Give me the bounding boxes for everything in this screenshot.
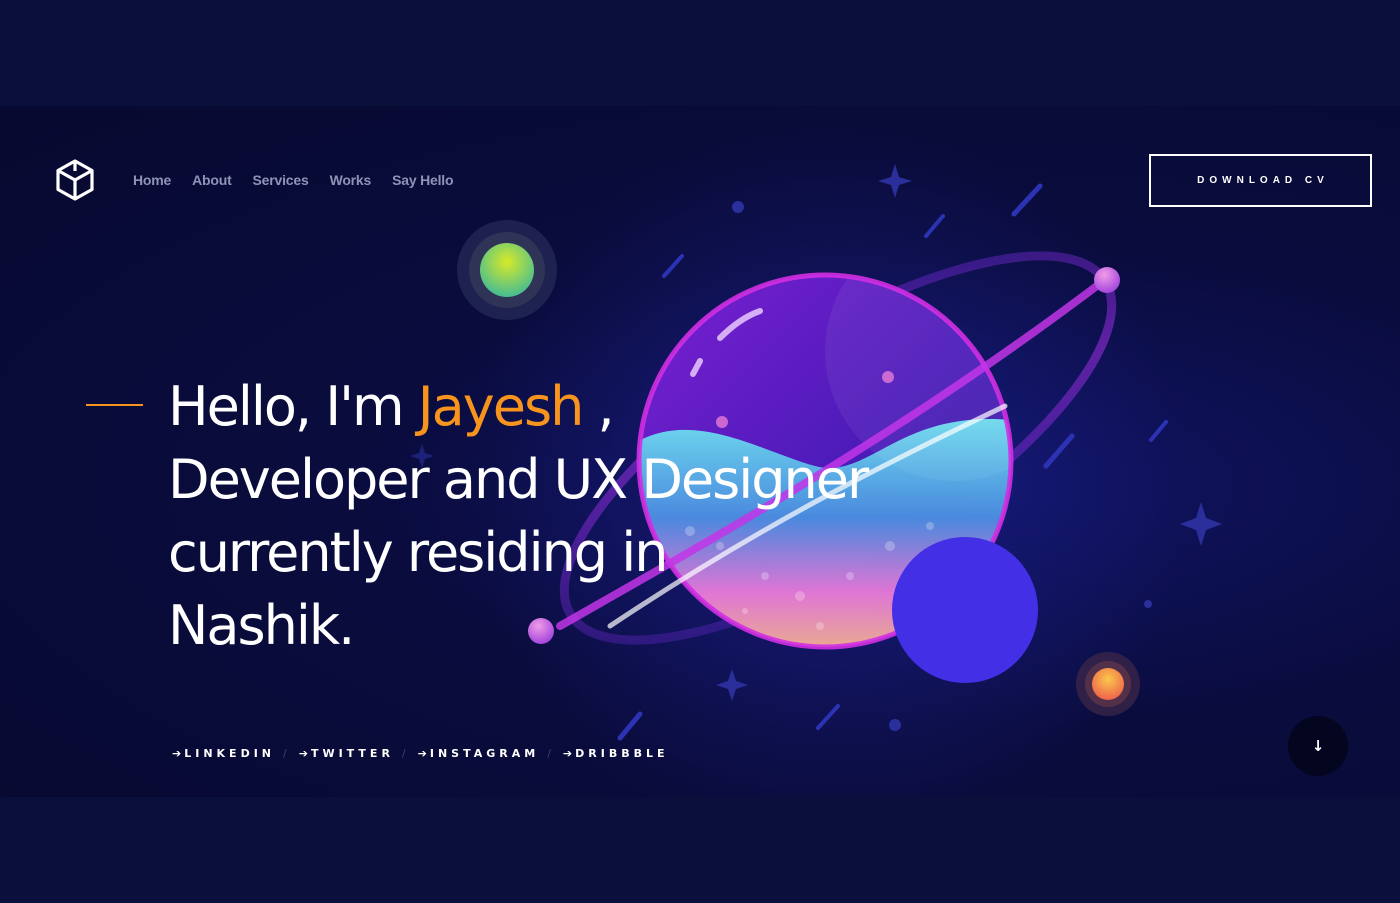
social-links: ➔ LINKEDIN / ➔ TWITTER / ➔ INSTAGRAM / ➔ DRI…: [172, 747, 669, 760]
hero-line-3: currently residing in: [168, 521, 668, 584]
arrow-down-icon: ↓: [1311, 737, 1325, 755]
social-link-twitter[interactable]: ➔ TWITTER: [299, 747, 394, 760]
hero-line-4: Nashik.: [168, 594, 355, 657]
scroll-down-button[interactable]: ↓: [1288, 716, 1348, 776]
nav-item-services[interactable]: Services: [253, 172, 309, 188]
arrow-right-icon: ➔: [298, 747, 308, 760]
arrow-right-icon: ➔: [417, 747, 427, 760]
social-link-label: TWITTER: [310, 747, 394, 760]
arrow-right-icon: ➔: [562, 747, 573, 760]
hero-name: Jayesh: [417, 375, 585, 438]
cube-logo-icon[interactable]: [55, 159, 95, 201]
hero-line-2: Developer and UX Designer: [168, 448, 869, 511]
hero-greeting: Hello, I'm: [168, 375, 418, 438]
social-link-instagram[interactable]: ➔ INSTAGRAM: [418, 747, 540, 760]
nav-item-about[interactable]: About: [192, 172, 232, 188]
accent-line: [86, 404, 143, 406]
main-nav: Home About Services Works Say Hello: [133, 172, 474, 188]
social-separator: /: [283, 747, 287, 760]
nav-item-works[interactable]: Works: [330, 172, 372, 188]
arrow-right-icon: ➔: [172, 747, 182, 760]
social-link-dribbble[interactable]: ➔ DRIBBBLE: [563, 747, 669, 760]
social-link-label: LINKEDIN: [184, 747, 275, 760]
hero-heading: Hello, I'm Jayesh , Developer and UX Desi…: [168, 370, 869, 662]
hero-section: Home About Services Works Say Hello DOWN…: [0, 106, 1400, 797]
social-separator: /: [401, 747, 406, 760]
download-cv-button[interactable]: DOWNLOAD CV: [1149, 154, 1372, 207]
social-link-linkedin[interactable]: ➔ LINKEDIN: [172, 747, 275, 760]
social-separator: /: [547, 747, 551, 760]
hero-comma: ,: [582, 375, 614, 438]
nav-item-home[interactable]: Home: [133, 172, 171, 188]
nav-item-say-hello[interactable]: Say Hello: [392, 172, 453, 188]
social-link-label: DRIBBBLE: [575, 747, 669, 760]
social-link-label: INSTAGRAM: [429, 747, 540, 760]
